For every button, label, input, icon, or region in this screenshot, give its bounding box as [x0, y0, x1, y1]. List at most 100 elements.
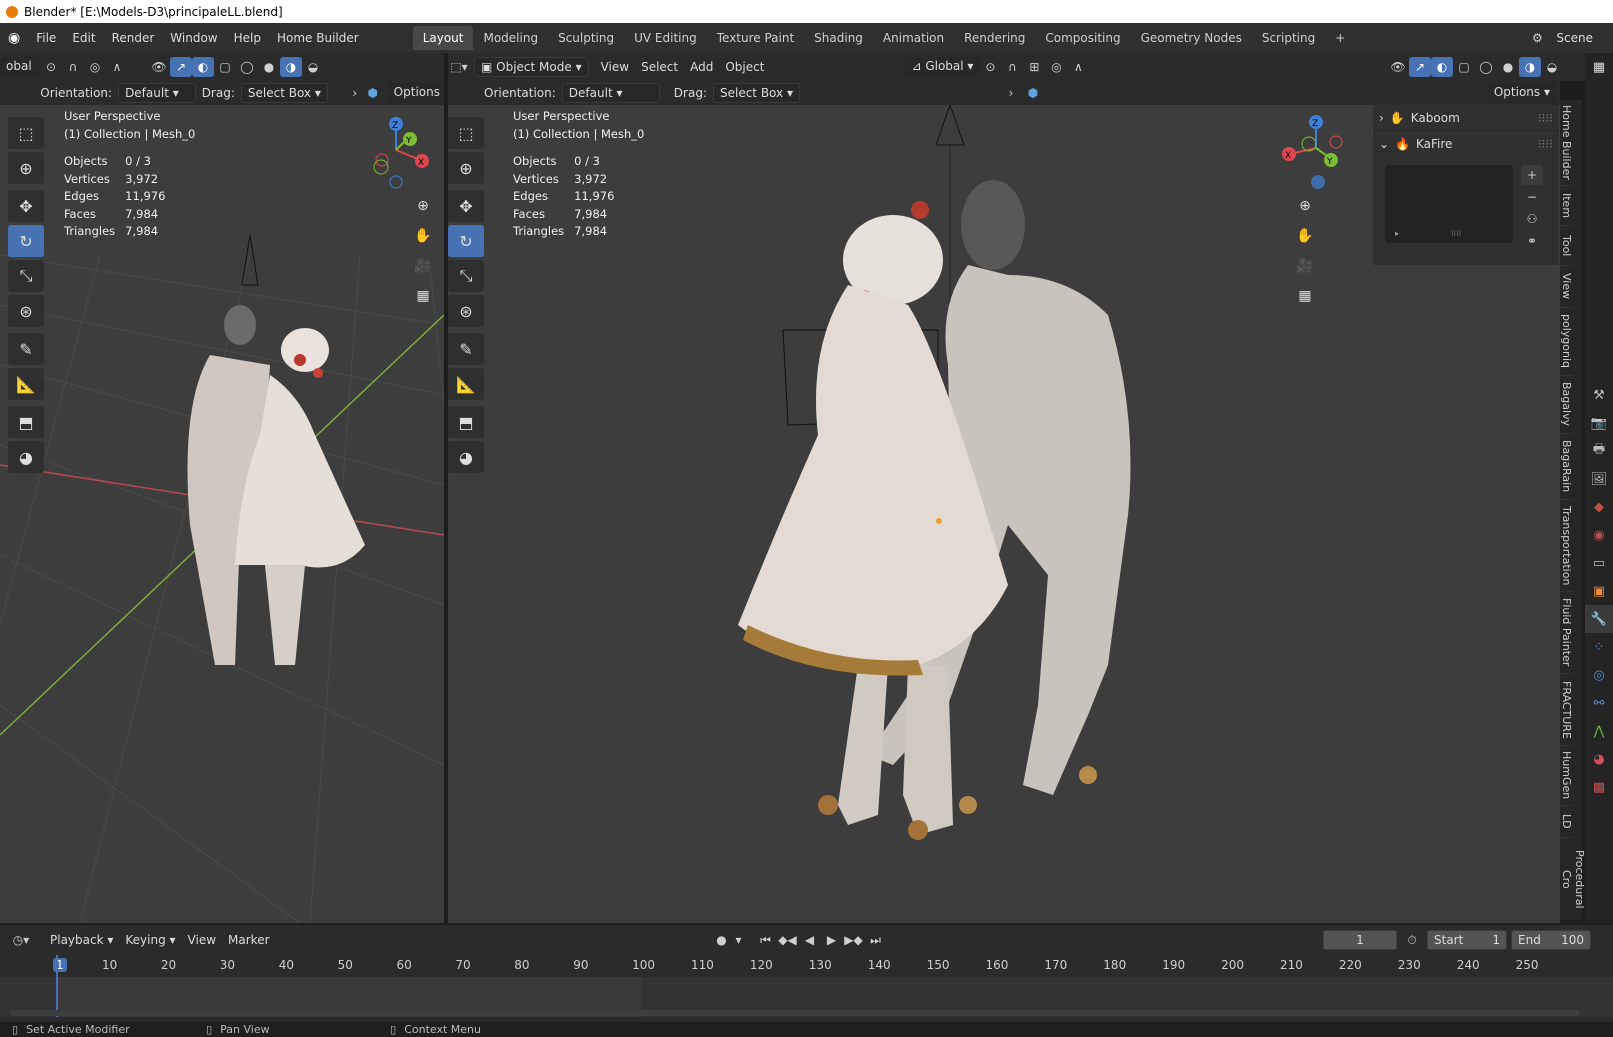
sidebar-tab-humgen[interactable]: HumGen: [1560, 746, 1573, 806]
frame-ruler[interactable]: 1 10 20 30 40 50 60 70 80 90 100 110 120 130 140 150 160…: [0, 955, 1613, 977]
physics-icon[interactable]: ◎: [1585, 661, 1613, 689]
rotate-icon[interactable]: ↻: [8, 225, 44, 257]
timeline-scrollbar[interactable]: [10, 1010, 1580, 1016]
sidebar-tab-tool[interactable]: Tool: [1560, 226, 1573, 266]
tab-texture-paint[interactable]: Texture Paint: [707, 26, 804, 50]
timeline-menu-marker[interactable]: Marker: [222, 930, 275, 950]
scale-icon[interactable]: ⤡: [448, 260, 484, 292]
left-transform-orientation[interactable]: obal: [0, 57, 40, 77]
record-options-icon[interactable]: ▾: [733, 930, 745, 950]
zoom-icon[interactable]: ⊕: [1292, 193, 1318, 219]
list-resize-icon[interactable]: ⁝⁝⁝⁝: [1451, 229, 1461, 238]
add-cube-icon[interactable]: ⬒: [448, 406, 484, 438]
menu-select[interactable]: Select: [635, 57, 684, 77]
wireframe-shading-icon[interactable]: ◯: [236, 57, 258, 77]
next-keyframe-icon[interactable]: ▶◆: [843, 930, 865, 950]
menu-edit[interactable]: Edit: [64, 27, 103, 49]
overlay-toggle-icon[interactable]: ◐: [192, 57, 214, 77]
move-icon[interactable]: ✥: [448, 190, 484, 222]
pivot-point-icon[interactable]: ⊙: [979, 57, 1001, 77]
selectability-icon[interactable]: 👁: [1387, 57, 1409, 77]
ortho-grid-icon[interactable]: ▦: [410, 283, 436, 309]
left-addon-icon[interactable]: ⬢: [364, 83, 382, 103]
snap-toggle-icon[interactable]: ∩: [1001, 57, 1023, 77]
right-figurine-model[interactable]: [738, 180, 1131, 840]
select-box-icon[interactable]: ⬚: [448, 117, 484, 149]
panel-kafire[interactable]: ⌄ 🔥 KaFire ⁝⁝⁝⁝: [1373, 131, 1559, 157]
gizmo-toggle-icon[interactable]: ↗: [170, 57, 192, 77]
viewport-solid-icon[interactable]: ●: [1497, 57, 1519, 77]
zoom-icon[interactable]: ⊕: [410, 193, 436, 219]
pan-hand-icon[interactable]: ✋: [410, 223, 436, 249]
sphere-tool-icon[interactable]: ◕: [8, 441, 44, 473]
group-icon[interactable]: ⚇: [1521, 209, 1543, 229]
menu-window[interactable]: Window: [162, 27, 225, 49]
transform-icon[interactable]: ⊛: [8, 295, 44, 327]
object-properties-icon[interactable]: ▣: [1585, 577, 1613, 605]
viewport-rendered-icon[interactable]: ◒: [1541, 57, 1563, 77]
timeline-menu-playback[interactable]: Playback ▾: [44, 930, 119, 950]
proportional-edit-icon[interactable]: ◎: [1045, 57, 1067, 77]
sidebar-tab-polygoniq[interactable]: polygoniq: [1560, 308, 1573, 376]
sidebar-tab-home-builder[interactable]: Home Builder: [1560, 100, 1573, 186]
timeline-editor-type-icon[interactable]: ◷▾: [6, 930, 36, 950]
snap-target-icon[interactable]: ⊞: [1023, 57, 1045, 77]
output-properties-icon[interactable]: 🖶: [1585, 437, 1613, 465]
panel-kaboom[interactable]: › ✋ Kaboom ⁝⁝⁝⁝: [1373, 105, 1559, 131]
scale-icon[interactable]: ⤡: [8, 260, 44, 292]
world-properties-icon[interactable]: ◉: [1585, 521, 1613, 549]
tab-modeling[interactable]: Modeling: [473, 26, 548, 50]
texture-properties-icon[interactable]: ▩: [1585, 773, 1613, 801]
left-drag-dropdown[interactable]: Select Box ▾: [240, 83, 328, 103]
timeline-menu-view[interactable]: View: [182, 930, 222, 950]
left-expand-icon[interactable]: ›: [346, 83, 364, 103]
prev-keyframe-icon[interactable]: ◆◀: [777, 930, 799, 950]
menu-view[interactable]: View: [595, 57, 635, 77]
kafire-list[interactable]: ▸ ⁝⁝⁝⁝: [1385, 165, 1513, 243]
sidebar-tab-bagalvy[interactable]: Bagalvy: [1560, 376, 1573, 434]
viewport-wireframe-icon[interactable]: ◯: [1475, 57, 1497, 77]
sphere-tool-icon[interactable]: ◕: [448, 441, 484, 473]
add-item-icon[interactable]: +: [1521, 165, 1543, 185]
menu-object[interactable]: Object: [719, 57, 770, 77]
measure-icon[interactable]: 📐: [8, 368, 44, 400]
preview-range-icon[interactable]: ⏱: [1401, 930, 1423, 950]
right-drag-dropdown[interactable]: Select Box ▾: [712, 83, 800, 103]
collection-properties-icon[interactable]: ▭: [1585, 549, 1613, 577]
editor-type-icon[interactable]: ⬚▾: [448, 57, 470, 77]
cursor-icon[interactable]: ⊕: [8, 152, 44, 184]
scene-selector[interactable]: Scene: [1548, 27, 1613, 49]
constraints-icon[interactable]: ⚯: [1585, 689, 1613, 717]
view-layer-icon[interactable]: 🖼: [1585, 465, 1613, 493]
list-expand-icon[interactable]: ▸: [1395, 229, 1399, 238]
drag-handle-icon[interactable]: ⁝⁝⁝⁝: [1538, 137, 1553, 151]
cursor-icon[interactable]: ⊕: [448, 152, 484, 184]
tab-layout[interactable]: Layout: [412, 26, 474, 50]
material-shading-icon[interactable]: ◑: [280, 57, 302, 77]
remove-item-icon[interactable]: −: [1521, 187, 1543, 207]
start-frame-field[interactable]: Start 1: [1427, 930, 1507, 950]
right-axis-gizmo[interactable]: Z X Y: [1276, 108, 1356, 198]
show-overlays-icon[interactable]: ◐: [1431, 57, 1453, 77]
add-workspace-button[interactable]: +: [1325, 26, 1355, 50]
show-gizmo-icon[interactable]: ↗: [1409, 57, 1431, 77]
solid-shading-icon[interactable]: ●: [258, 57, 280, 77]
xray-icon[interactable]: ▢: [214, 57, 236, 77]
pivot-icon[interactable]: ⊙: [40, 57, 62, 77]
left-axis-gizmo[interactable]: Z X Y: [356, 110, 436, 190]
menu-add[interactable]: Add: [684, 57, 719, 77]
playhead[interactable]: [56, 955, 58, 1017]
pan-hand-icon[interactable]: ✋: [1292, 223, 1318, 249]
play-reverse-icon[interactable]: ◀: [799, 930, 821, 950]
render-properties-icon[interactable]: 📷: [1585, 409, 1613, 437]
right-addon-icon[interactable]: ⬢: [1022, 83, 1044, 103]
right-3d-viewport[interactable]: ⬚ ⊕ ✥ ↻ ⤡ ⊛ ✎ 📐 ⬒ ◕ User Perspective (1)…: [448, 105, 1560, 923]
transform-orientation-dropdown[interactable]: ⊿ Global ▾: [905, 57, 980, 77]
add-cube-icon[interactable]: ⬒: [8, 406, 44, 438]
camera-icon[interactable]: 🎥: [410, 253, 436, 279]
transform-icon[interactable]: ⊛: [448, 295, 484, 327]
object-mode-dropdown[interactable]: ▣ Object Mode ▾: [474, 57, 589, 77]
end-frame-field[interactable]: End 100: [1511, 930, 1591, 950]
left-options-button[interactable]: Options: [387, 83, 446, 103]
record-icon[interactable]: ●: [711, 930, 733, 950]
